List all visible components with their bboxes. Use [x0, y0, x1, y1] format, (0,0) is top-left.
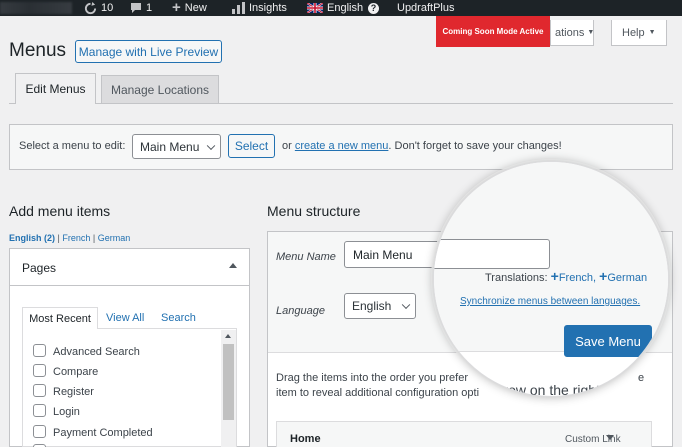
select-button[interactable]: Select	[228, 134, 275, 158]
page-label-compare: Compare	[53, 366, 99, 378]
comments-count: 1	[146, 2, 153, 14]
tab-most-recent[interactable]: Most Recent	[22, 307, 98, 330]
menu-name-label: Menu Name	[276, 251, 336, 263]
translations-label: Translations:	[485, 272, 548, 284]
menu-structure-title: Menu structure	[267, 203, 361, 219]
magnifier-lens: Translations: +French, +German Synchroni…	[433, 161, 669, 397]
instructions-line-1: Drag the items into the order you prefer	[276, 372, 468, 384]
live-preview-button[interactable]: Manage with Live Preview	[75, 40, 222, 63]
page-label-register: Register	[53, 386, 94, 398]
or-text: or	[282, 140, 292, 152]
select-menu-prompt: Select a menu to edit:	[19, 140, 126, 152]
refresh-icon	[84, 1, 97, 14]
insights-label: Insights	[249, 2, 287, 14]
screen-options-tab[interactable]: ations ▼	[550, 20, 594, 46]
comment-icon	[131, 3, 141, 13]
add-german-translation[interactable]: +German	[599, 268, 648, 284]
coming-soon-badge[interactable]: Coming Soon Mode Active	[436, 16, 550, 47]
insights-item[interactable]: Insights	[232, 1, 287, 15]
language-select-value: English	[352, 299, 392, 313]
tabs-baseline	[9, 103, 673, 104]
lang-filter-german[interactable]: German	[98, 233, 131, 243]
page-title: Menus	[9, 40, 67, 61]
plus-icon: +	[172, 0, 181, 16]
new-label: New	[184, 2, 207, 14]
updates-item[interactable]: 10	[84, 1, 113, 15]
translation-german-label: German	[607, 272, 648, 284]
menu-item-title: Home	[290, 433, 321, 445]
page-checkbox-advanced-search[interactable]	[33, 344, 46, 357]
page-label-login: Login	[53, 406, 80, 418]
help-tab[interactable]: Help ▼	[611, 20, 667, 46]
comments-item[interactable]: 1	[130, 1, 152, 15]
chevron-down-icon: ▼	[648, 29, 656, 36]
add-menu-items-title: Add menu items	[9, 203, 111, 219]
coming-soon-label: Coming Soon Mode Active	[442, 27, 544, 36]
pages-panel-header[interactable]: Pages	[10, 249, 249, 286]
select-bar-text: or create a new menu. Don't forget to sa…	[282, 140, 562, 152]
screen-options-label: ations	[555, 26, 585, 39]
tab-edit-menus[interactable]: Edit Menus	[15, 73, 96, 104]
translations-row: Translations: +French, +German	[485, 268, 647, 284]
help-circle-item[interactable]: ?	[368, 1, 379, 15]
translation-french-label: French,	[558, 272, 597, 284]
magnified-instructions: arrow on the right of the	[491, 382, 639, 397]
collapse-arrow-icon	[229, 263, 237, 268]
lang-filter-separator: |	[90, 233, 98, 243]
scrollbar-thumb[interactable]	[223, 344, 234, 420]
lang-filter-french[interactable]: French	[62, 233, 90, 243]
plus-icon: +	[550, 268, 559, 284]
create-new-menu-link[interactable]: create a new menu	[295, 140, 389, 152]
menu-select-dropdown[interactable]: Main Menu	[132, 134, 221, 159]
instructions-line-2: item to reveal additional configuration …	[276, 387, 480, 399]
save-reminder-text: . Don't forget to save your changes!	[388, 140, 562, 152]
chevron-down-icon	[401, 300, 411, 310]
synchronize-menus-link[interactable]: Synchronize menus between languages.	[460, 296, 640, 307]
pages-scrollbar[interactable]	[221, 330, 236, 447]
admin-bar: 10 1 + New Insights English ? UpdraftPlu…	[0, 0, 682, 16]
chevron-down-icon	[206, 141, 216, 150]
page-label-advanced-search: Advanced Search	[53, 346, 140, 358]
blurred-site-name	[0, 2, 72, 14]
tab-search[interactable]: Search	[161, 312, 196, 324]
tab-view-all[interactable]: View All	[106, 312, 144, 324]
pages-panel-title: Pages	[22, 261, 57, 275]
menu-item-home[interactable]: Home Custom Link	[276, 421, 652, 447]
updates-count: 10	[101, 2, 114, 14]
menu-name-value: Main Menu	[353, 247, 413, 262]
page-checkbox-payment-completed[interactable]	[33, 425, 46, 438]
language-switcher[interactable]: English	[307, 1, 363, 15]
save-menu-button[interactable]: Save Menu	[564, 325, 652, 357]
help-tab-label: Help	[622, 26, 645, 39]
chevron-down-icon: ▼	[587, 29, 595, 36]
new-content-item[interactable]: + New	[172, 0, 207, 16]
add-french-translation[interactable]: +French,	[551, 268, 597, 284]
menu-select-value: Main Menu	[140, 139, 200, 154]
updraftplus-label: UpdraftPlus	[397, 2, 455, 14]
page-checkbox-register[interactable]	[33, 384, 46, 397]
magnified-menu-name-input[interactable]	[434, 239, 550, 269]
uk-flag-icon	[307, 3, 323, 13]
scroll-up-arrow-icon[interactable]	[225, 334, 231, 338]
page-label-payment-completed: Payment Completed	[53, 427, 153, 439]
updraftplus-item[interactable]: UpdraftPlus	[397, 1, 454, 15]
add-items-language-filter: English (2) | French | German	[9, 233, 130, 243]
language-label: English	[327, 2, 364, 14]
tab-manage-locations[interactable]: Manage Locations	[101, 75, 219, 103]
page-checkbox-login[interactable]	[33, 404, 46, 417]
bar-chart-icon	[232, 2, 245, 14]
page-checkbox-compare[interactable]	[33, 364, 46, 377]
expand-arrow-icon[interactable]	[606, 435, 614, 440]
lang-filter-english[interactable]: English (2)	[9, 233, 55, 243]
language-select[interactable]: English	[344, 293, 416, 319]
help-circle-icon: ?	[368, 2, 379, 14]
language-label: Language	[276, 305, 325, 317]
